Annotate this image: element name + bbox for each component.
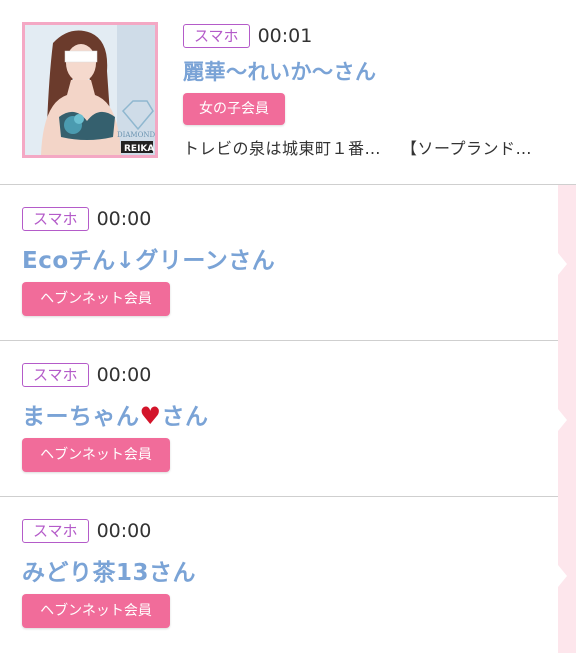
profile-snippet: トレビの泉は城東町１番… 【ソープランド… xyxy=(183,135,532,159)
access-time: 00:00 xyxy=(96,520,152,542)
meta-row: スマホ 00:00 xyxy=(22,363,151,387)
list-item[interactable]: スマホ 00:00 みどり茶13さん ヘブンネット会員 xyxy=(0,497,576,653)
side-strip-decoration xyxy=(558,185,576,653)
meta-row: スマホ 00:00 xyxy=(22,519,151,543)
list-item[interactable]: DIAMOND REIKA スマホ 00:01 麗華〜れいか〜さん 女の子会員 … xyxy=(0,0,576,185)
access-time: 00:00 xyxy=(96,364,152,386)
user-name-link[interactable]: みどり茶13さん xyxy=(22,553,196,587)
access-list: DIAMOND REIKA スマホ 00:01 麗華〜れいか〜さん 女の子会員 … xyxy=(0,0,576,653)
member-type-button[interactable]: 女の子会員 xyxy=(183,93,285,125)
heart-icon: ♥ xyxy=(139,402,162,430)
user-name-link[interactable]: 麗華〜れいか〜さん xyxy=(183,56,377,86)
profile-photo[interactable]: DIAMOND REIKA xyxy=(22,22,158,158)
device-badge: スマホ xyxy=(22,363,89,387)
device-badge: スマホ xyxy=(22,207,89,231)
access-time: 00:01 xyxy=(257,25,313,47)
member-type-button[interactable]: ヘブンネット会員 xyxy=(22,594,170,628)
meta-row: スマホ 00:01 xyxy=(183,24,312,48)
member-type-button[interactable]: ヘブンネット会員 xyxy=(22,438,170,472)
photo-watermark: REIKA xyxy=(124,144,154,154)
snippet-text-2: 【ソープランド… xyxy=(401,139,533,158)
member-type-button[interactable]: ヘブンネット会員 xyxy=(22,282,170,316)
user-name-prefix: まーちゃん xyxy=(22,404,140,430)
list-item[interactable]: スマホ 00:00 Ecoチん↓グリーンさん ヘブンネット会員 xyxy=(0,185,576,341)
user-name-link[interactable]: Ecoチん↓グリーンさん xyxy=(22,241,275,275)
access-time: 00:00 xyxy=(96,208,152,230)
meta-row: スマホ 00:00 xyxy=(22,207,151,231)
user-name-link[interactable]: まーちゃん♥さん xyxy=(22,397,209,431)
user-name-suffix: さん xyxy=(161,404,209,430)
device-badge: スマホ xyxy=(183,24,250,48)
svg-text:DIAMOND: DIAMOND xyxy=(117,131,155,139)
snippet-text-1: トレビの泉は城東町１番… xyxy=(183,139,382,158)
device-badge: スマホ xyxy=(22,519,89,543)
list-item[interactable]: スマホ 00:00 まーちゃん♥さん ヘブンネット会員 xyxy=(0,341,576,497)
